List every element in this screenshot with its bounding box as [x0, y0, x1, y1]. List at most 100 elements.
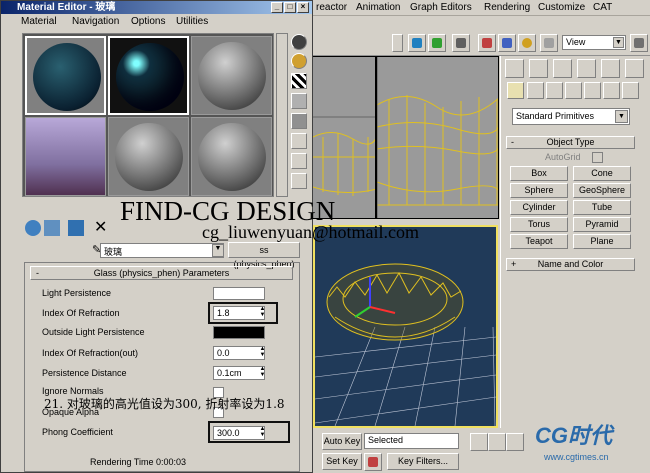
align-icon[interactable] — [428, 34, 446, 52]
autogrid-checkbox[interactable] — [592, 152, 603, 163]
sphere-button[interactable]: Sphere — [510, 183, 568, 198]
motion-tab-icon[interactable] — [577, 59, 596, 78]
layer-icon[interactable] — [452, 34, 470, 52]
ior-out-spinner[interactable]: ▲ ▼ — [258, 346, 267, 360]
menu-navigation[interactable]: Navigation — [72, 16, 119, 27]
systems-icon[interactable] — [622, 82, 639, 99]
shapes-icon[interactable] — [527, 82, 544, 99]
key-mode-icon[interactable] — [364, 453, 382, 471]
key-selection-value: Selected — [368, 435, 404, 445]
set-key-button[interactable]: Set Key — [322, 453, 362, 470]
cameras-icon[interactable] — [565, 82, 582, 99]
menu-material[interactable]: Material — [21, 16, 57, 27]
hierarchy-tab-icon[interactable] — [553, 59, 572, 78]
plane-button[interactable]: Plane — [573, 234, 631, 249]
sample-slot-6[interactable] — [191, 117, 272, 196]
curve-editor-icon[interactable] — [478, 34, 496, 52]
menu-options[interactable]: Options — [131, 16, 165, 27]
reference-coordinate-select[interactable]: View ▼ — [562, 35, 626, 50]
reset-map-icon[interactable]: ✕ — [94, 220, 107, 236]
rollup-minus-icon: - — [511, 137, 514, 147]
auto-key-button[interactable]: Auto Key — [322, 433, 362, 450]
sample-slots — [22, 33, 274, 197]
geometry-icon[interactable] — [507, 82, 524, 99]
modify-tab-icon[interactable] — [529, 59, 548, 78]
sample-slot-1[interactable] — [25, 36, 106, 115]
front-wireframe — [313, 116, 375, 196]
assign-material-icon[interactable] — [68, 220, 84, 236]
sample-slot-3[interactable] — [191, 36, 272, 115]
chevron-down-icon[interactable]: ▼ — [212, 244, 224, 257]
select-by-material-icon[interactable] — [291, 173, 307, 189]
schematic-icon[interactable] — [498, 34, 516, 52]
prev-frame-icon[interactable] — [488, 433, 506, 451]
ior-label: Index Of Refraction — [42, 308, 120, 318]
sample-slot-5[interactable] — [108, 117, 189, 196]
make-preview-icon[interactable] — [291, 133, 307, 149]
outside-light-swatch[interactable] — [213, 326, 265, 339]
display-tab-icon[interactable] — [601, 59, 620, 78]
key-selection-select[interactable]: Selected — [364, 433, 459, 449]
play-icon[interactable] — [506, 433, 524, 451]
spacewarps-icon[interactable] — [603, 82, 620, 99]
cylinder-button[interactable]: Cylinder — [510, 200, 568, 215]
light-persistence-swatch[interactable] — [213, 287, 265, 300]
sample-slot-4[interactable] — [25, 117, 106, 196]
menu-customize[interactable]: Customize — [538, 2, 585, 13]
phong-label: Phong Coefficient — [42, 427, 113, 437]
menu-animation[interactable]: Animation — [356, 2, 400, 13]
menu-reactor[interactable]: reactor — [316, 2, 347, 13]
torus-button[interactable]: Torus — [510, 217, 568, 232]
utilities-tab-icon[interactable] — [625, 59, 644, 78]
put-to-scene-icon[interactable] — [44, 220, 60, 236]
cone-button[interactable]: Cone — [573, 166, 631, 181]
viewport-left[interactable] — [376, 56, 499, 219]
video-color-check-icon[interactable] — [291, 113, 307, 129]
maximize-icon[interactable]: □ — [284, 2, 296, 13]
helpers-icon[interactable] — [584, 82, 601, 99]
menu-rendering[interactable]: Rendering — [484, 2, 530, 13]
material-editor-icon[interactable] — [518, 34, 536, 52]
close-icon[interactable]: × — [297, 2, 309, 13]
key-filters-button[interactable]: Key Filters... — [387, 453, 459, 470]
persistence-distance-spinner[interactable]: ▲ ▼ — [258, 366, 267, 380]
teapot-button[interactable]: Teapot — [510, 234, 568, 249]
object-type-rollup[interactable]: - Object Type — [506, 136, 635, 149]
viewport-front[interactable] — [312, 56, 376, 219]
backlight-icon[interactable] — [291, 53, 307, 69]
uv-tiling-icon[interactable] — [291, 93, 307, 109]
menu-graph-editors[interactable]: Graph Editors — [410, 2, 472, 13]
material-name-input[interactable]: 玻璃 — [100, 243, 224, 258]
geosphere-button[interactable]: GeoSphere — [573, 183, 631, 198]
tube-button[interactable]: Tube — [573, 200, 631, 215]
goto-start-icon[interactable] — [470, 433, 488, 451]
slots-scrollbar[interactable] — [276, 33, 288, 197]
minimize-icon[interactable]: _ — [271, 2, 283, 13]
tutorial-caption: 21. 对玻璃的高光值设为300, 折射率设为1.8 — [44, 397, 285, 411]
highlight-box-phong — [208, 421, 290, 443]
rollup-title: Glass (physics_phen) Parameters — [93, 268, 230, 278]
mirror-icon[interactable] — [408, 34, 426, 52]
view-select-value: View — [566, 37, 586, 47]
viewport-perspective[interactable] — [313, 225, 498, 428]
menu-utilities[interactable]: Utilities — [176, 16, 208, 27]
menu-cat[interactable]: CAT — [593, 2, 612, 13]
pyramid-button[interactable]: Pyramid — [573, 217, 631, 232]
lights-icon[interactable] — [546, 82, 563, 99]
watermark-email: cg_liuwenyuan@hotmail.com — [202, 222, 420, 242]
name-color-rollup[interactable]: + Name and Color — [506, 258, 635, 271]
dropdown-arrow-icon[interactable] — [392, 34, 403, 52]
sample-type-icon[interactable] — [291, 34, 307, 50]
sample-slot-2-selected[interactable] — [108, 36, 189, 115]
create-tab-icon[interactable] — [505, 59, 524, 78]
box-button[interactable]: Box — [510, 166, 568, 181]
primitive-type-select[interactable]: Standard Primitives ▼ — [512, 108, 630, 125]
pivot-center-icon[interactable] — [630, 34, 648, 52]
get-material-icon[interactable] — [25, 220, 41, 236]
rollup-minus-icon: - — [36, 268, 39, 278]
material-type-button[interactable]: ss (physics_phen) — [228, 242, 300, 269]
render-setup-icon[interactable] — [540, 34, 558, 52]
glass-params-rollup[interactable]: - Glass (physics_phen) Parameters — [30, 266, 293, 280]
options-icon[interactable] — [291, 153, 307, 169]
background-icon[interactable] — [291, 73, 307, 89]
